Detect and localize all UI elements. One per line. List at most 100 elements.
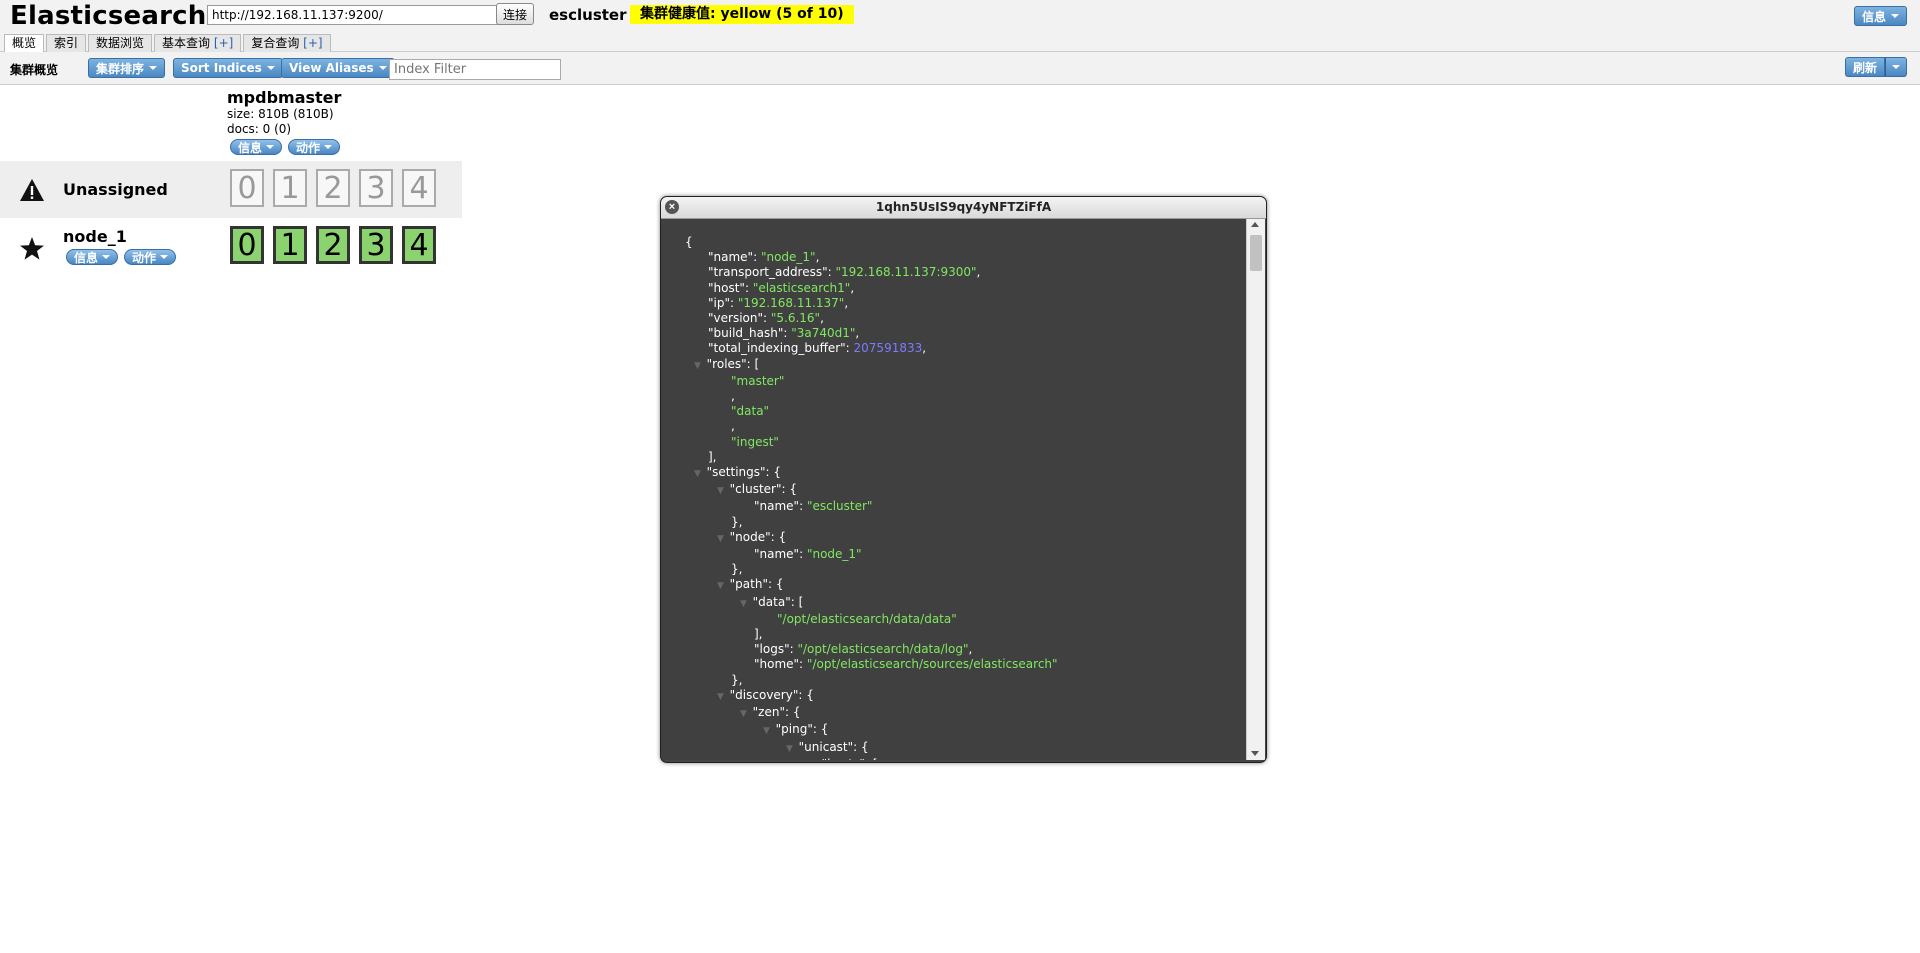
json-token: "5.6.16" [770,311,821,326]
app-title: Elasticsearch [10,1,207,31]
json-token: }, [731,672,743,687]
json-token: "total_indexing_buffer": [708,341,854,356]
shard-assigned[interactable]: 1 [273,226,307,264]
scroll-thumb[interactable] [1250,235,1262,271]
tab-label: 复合查询 [251,36,300,50]
cluster-sort-button[interactable]: 集群排序 [88,58,166,78]
json-content: {"name": "node_1", "transport_address": "… [685,235,1058,760]
refresh-interval-dropdown[interactable] [1885,57,1907,77]
node-info-label: 信息 [74,250,99,265]
node-info-button[interactable]: 信息 [66,249,119,265]
tab-compound-query[interactable]: 复合查询 [+] [243,34,331,52]
refresh-button[interactable]: 刷新 [1844,57,1885,77]
scroll-down-icon[interactable] [1251,751,1259,756]
index-name: mpdbmaster [227,88,342,107]
tab-plus[interactable]: [+] [214,36,233,50]
collapse-triangle-icon[interactable]: ▼ [786,744,799,754]
dialog-titlebar[interactable]: × 1qhn5UsIS9qy4yNFTZiFfA [661,197,1266,219]
json-line: }, [685,515,1058,530]
index-actions: 信息 动作 [230,139,341,155]
json-token: "ping": { [775,722,829,737]
json-token: "192.168.11.137:9300" [835,265,977,280]
tab-browser[interactable]: 数据浏览 [88,34,153,52]
json-token: "roles": [ [706,356,760,371]
json-line: ▼ "roles": [ [685,357,1058,374]
json-line: "total_indexing_buffer": 207591833, [685,341,1058,356]
shard-unassigned[interactable]: 2 [316,169,350,207]
shard-assigned[interactable]: 2 [316,226,350,264]
shard-unassigned[interactable]: 1 [273,169,307,207]
json-token: "3a740d1" [791,326,856,341]
shard-unassigned[interactable]: 4 [402,169,436,207]
node-row: node_1 信息 动作 0 1 2 3 4 [0,219,462,276]
json-token: "elasticsearch1" [752,280,851,295]
tab-plus[interactable]: [+] [303,36,322,50]
collapse-triangle-icon[interactable]: ▼ [740,709,753,719]
json-token: "logs": [754,642,798,657]
main-tabs: 概览 索引 数据浏览 基本查询 [+] 复合查询 [+] [4,34,333,53]
collapse-triangle-icon[interactable]: ▼ [740,599,753,609]
tab-overview[interactable]: 概览 [4,34,45,53]
node-action-button[interactable]: 动作 [124,249,177,265]
json-line: ], [685,450,1058,465]
index-docs: docs: 0 (0) [227,122,292,136]
json-line: ▼ "hosts": [ [685,757,1058,760]
dialog-scrollbar[interactable] [1246,219,1265,760]
tab-indices[interactable]: 索引 [46,34,87,52]
index-filter-input[interactable] [389,59,561,80]
view-aliases-button[interactable]: View Aliases [281,58,395,78]
json-line: "version": "5.6.16", [685,311,1058,326]
collapse-triangle-icon[interactable]: ▼ [717,486,730,496]
collapse-triangle-icon[interactable]: ▼ [694,361,707,371]
index-info-button[interactable]: 信息 [230,139,283,155]
unassigned-shards: 0 1 2 3 4 [230,169,436,207]
json-token: "discovery": { [729,687,814,702]
collapse-triangle-icon[interactable]: ▼ [717,534,730,544]
header-bar: Elasticsearch 连接 escluster 集群健康值: yellow… [0,0,1920,53]
json-token: , [820,311,824,326]
collapse-triangle-icon[interactable]: ▼ [717,581,730,591]
shard-assigned[interactable]: 3 [359,226,393,264]
json-token: "build_hash": [708,326,792,341]
node-name[interactable]: node_1 [63,227,127,246]
shard-assigned[interactable]: 4 [402,226,436,264]
json-line: ▼ "ping": { [685,722,1058,739]
json-line: "name": "escluster" [685,499,1058,514]
json-line: }, [685,673,1058,688]
json-line: ▼ "node": { [685,530,1058,547]
json-line: "home": "/opt/elasticsearch/sources/elas… [685,657,1058,672]
json-line: ▼ "discovery": { [685,688,1058,705]
json-token: "zen": { [752,705,801,720]
json-token: ], [708,449,717,464]
json-token: , [844,295,849,310]
json-token: "data": [ [752,594,804,609]
view-aliases-label: View Aliases [289,61,374,75]
shard-unassigned[interactable]: 0 [230,169,264,207]
cluster-health-badge: 集群健康值: yellow (5 of 10) [630,5,854,24]
sort-indices-button[interactable]: Sort Indices [173,58,283,78]
json-token: , [731,389,735,404]
collapse-triangle-icon[interactable]: ▼ [763,726,776,736]
json-viewer: {"name": "node_1", "transport_address": "… [661,219,1246,760]
json-line: ], [685,627,1058,642]
url-input[interactable] [207,5,502,25]
json-token: "unicast": { [798,739,869,754]
json-line: }, [685,562,1058,577]
shard-unassigned[interactable]: 3 [359,169,393,207]
connect-button[interactable]: 连接 [496,3,535,25]
json-token: "node": { [729,529,787,544]
collapse-triangle-icon[interactable]: ▼ [717,692,730,702]
json-line: "name": "node_1", [685,250,1058,265]
cluster-sort-label: 集群排序 [96,61,145,76]
tab-basic-query[interactable]: 基本查询 [+] [154,34,242,52]
collapse-triangle-icon[interactable]: ▼ [694,469,707,479]
index-action-button[interactable]: 动作 [288,139,341,155]
json-line: "name": "node_1" [685,547,1058,562]
json-line: "master" [685,374,1058,389]
json-token: "master" [731,373,785,388]
scroll-up-icon[interactable] [1251,222,1259,227]
warning-icon [20,179,44,201]
shard-assigned[interactable]: 0 [230,226,264,264]
info-menu-button[interactable]: 信息 [1853,6,1907,26]
node-action-label: 动作 [132,250,157,265]
